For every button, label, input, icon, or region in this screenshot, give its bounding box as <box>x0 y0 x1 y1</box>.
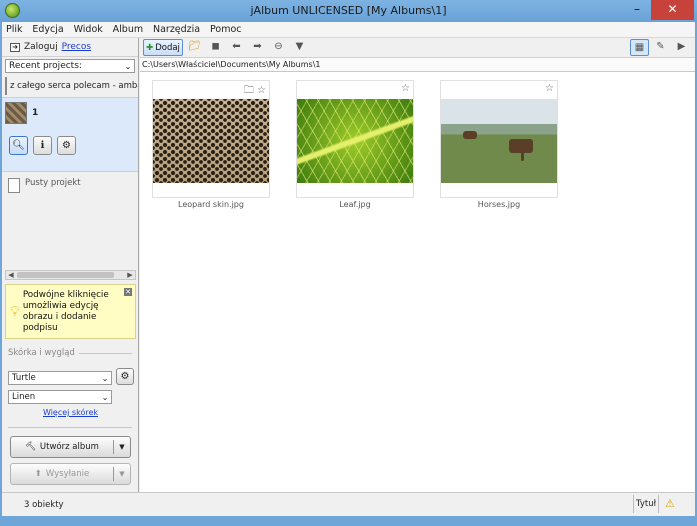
star-icon[interactable]: ☆ <box>401 83 410 94</box>
thumbnail-card[interactable]: ☆ <box>440 80 558 198</box>
selected-project-name: 1 <box>32 108 39 118</box>
grid-view-icon[interactable]: ▦ <box>630 39 649 56</box>
minimize-button[interactable]: – <box>624 0 650 20</box>
info-icon[interactable]: ℹ <box>33 136 52 155</box>
preview-icon[interactable]: ▶ <box>672 39 691 56</box>
scrollbar-thumb[interactable] <box>17 272 114 278</box>
recent-project-label: z całego serca polecam - amba <box>10 81 138 91</box>
leaf-image <box>297 99 413 183</box>
gear-icon[interactable]: ⚙ <box>57 136 76 155</box>
chevron-down-icon: ⌄ <box>101 392 109 402</box>
upload-label: Wysyłanie <box>45 469 90 479</box>
skin-select[interactable]: Turtle ⌄ <box>8 371 112 385</box>
window-title: jAlbum UNLICENSED [My Albums\1] <box>250 4 447 17</box>
menu-narzedzia[interactable]: Narzędzia <box>149 22 203 35</box>
project-sidebar: ➜ Zaloguj Precos Recent projects: ⌄ z ca… <box>2 38 139 492</box>
skin-section-header: Skórka i wygląd <box>8 348 132 358</box>
prices-link[interactable]: Precos <box>62 42 91 52</box>
thumbnail-grid: 🗀 ☆ Leopard skin.jpg ☆ Leaf.jpg ☆ Horses… <box>140 72 695 492</box>
filter-icon[interactable]: ▼ <box>290 39 309 56</box>
thumbnail-card[interactable]: ☆ <box>296 80 414 198</box>
recent-projects-combo[interactable]: Recent projects: ⌄ <box>5 59 135 73</box>
lightbulb-icon: 💡︎ <box>10 304 20 320</box>
recent-project-item[interactable]: z całego serca polecam - amba <box>2 75 138 97</box>
close-button[interactable]: ✕ <box>651 0 694 20</box>
menu-pomoc[interactable]: Pomoc <box>206 22 245 35</box>
remove-icon[interactable]: ⊖ <box>269 39 288 56</box>
rotate-left-icon[interactable]: ⬅ <box>227 39 246 56</box>
recent-projects-label: Recent projects: <box>9 61 82 71</box>
folder-star-icons: 🗀 ☆ <box>244 83 266 100</box>
item-count: 3 obiekty <box>24 500 64 510</box>
rotate-right-icon[interactable]: ➡ <box>248 39 267 56</box>
toolbar: ✚ Dodaj 📁︎ ◼ ⬅ ➡ ⊖ ▼ ▦ ✎ ▶ <box>140 38 695 58</box>
more-skins-link[interactable]: Więcej skórek <box>43 408 98 417</box>
make-album-button[interactable]: 🔨︎ Utwórz album ▼ <box>10 436 131 458</box>
star-icon[interactable]: ☆ <box>545 83 554 94</box>
login-row: ➜ Zaloguj Precos <box>2 38 138 57</box>
upload-button[interactable]: ⬆ Wysyłanie ▼ <box>10 463 131 485</box>
warning-icon[interactable]: ⚠ <box>665 497 675 510</box>
camera-icon[interactable]: ◼ <box>206 39 225 56</box>
login-link[interactable]: Zaloguj <box>24 42 58 52</box>
thumbnail-caption: Leopard skin.jpg <box>178 200 244 209</box>
plus-icon: ✚ <box>146 42 154 53</box>
edit-icon[interactable]: ✎ <box>651 39 670 56</box>
skin-value: Turtle <box>12 373 36 383</box>
project-thumbnail <box>5 77 7 95</box>
add-label: Dodaj <box>155 42 180 53</box>
close-tip-icon[interactable]: ✕ <box>124 288 132 296</box>
title-bar: jAlbum UNLICENSED [My Albums\1] – ✕ <box>0 0 697 22</box>
empty-project-label: Pusty projekt <box>25 178 81 188</box>
search-icon[interactable]: 🔍︎ <box>9 136 28 155</box>
horses-image <box>441 99 557 183</box>
skin-settings-gear-icon[interactable]: ⚙ <box>116 368 134 385</box>
thumbnail-caption: Leaf.jpg <box>339 200 371 209</box>
make-album-label: Utwórz album <box>39 442 99 452</box>
menu-bar: Plik Edycja Widok Album Narzędzia Pomoc <box>2 22 695 38</box>
project-thumbnail <box>5 102 27 124</box>
style-select[interactable]: Linen ⌄ <box>8 390 112 404</box>
star-icon[interactable]: ☆ <box>257 85 266 96</box>
empty-project-item[interactable]: Pusty projekt <box>2 172 138 199</box>
chevron-down-icon: ⌄ <box>101 373 109 383</box>
main-frame: ➜ Zaloguj Precos Recent projects: ⌄ z ca… <box>2 38 695 516</box>
menu-plik[interactable]: Plik <box>2 22 26 35</box>
path-bar[interactable]: C:\Users\Właściciel\Documents\My Albums\… <box>140 58 695 72</box>
upload-arrow-icon: ⬆ <box>34 469 42 479</box>
sort-title-button[interactable]: Tytuł <box>633 495 659 513</box>
hammer-icon: 🔨︎ <box>25 442 36 452</box>
tip-box: 💡︎ Podwójne kliknięcie umożliwia edycję … <box>5 284 136 339</box>
chevron-down-icon: ⌄ <box>124 61 132 71</box>
status-bar: 3 obiekty Tytuł ⚠ <box>2 492 695 516</box>
leopard-image <box>153 99 269 183</box>
menu-edycja[interactable]: Edycja <box>28 22 66 35</box>
menu-album[interactable]: Album <box>109 22 146 35</box>
scroll-left-icon[interactable]: ◀ <box>6 271 16 279</box>
thumbnail-card[interactable]: 🗀 ☆ <box>152 80 270 198</box>
tip-text: Podwójne kliknięcie umożliwia edycję obr… <box>22 290 109 333</box>
selected-project[interactable]: 1 🔍︎ ℹ ⚙ <box>2 97 138 172</box>
folder-icon[interactable]: 🗀 <box>244 85 254 96</box>
document-icon <box>8 178 20 193</box>
chevron-down-icon[interactable]: ▼ <box>114 470 130 478</box>
scroll-right-icon[interactable]: ▶ <box>125 271 135 279</box>
login-arrow-icon: ➜ <box>10 42 20 52</box>
style-value: Linen <box>12 392 36 402</box>
horizontal-scrollbar[interactable]: ◀ ▶ <box>5 270 136 280</box>
thumbnail-caption: Horses.jpg <box>477 200 521 209</box>
new-folder-icon[interactable]: 📁︎ <box>185 39 204 56</box>
divider <box>8 427 132 428</box>
add-button[interactable]: ✚ Dodaj <box>143 39 183 56</box>
desktop-strip <box>0 516 697 526</box>
chevron-down-icon[interactable]: ▼ <box>114 443 130 451</box>
menu-widok[interactable]: Widok <box>70 22 106 35</box>
skin-section-label: Skórka i wygląd <box>8 348 75 358</box>
